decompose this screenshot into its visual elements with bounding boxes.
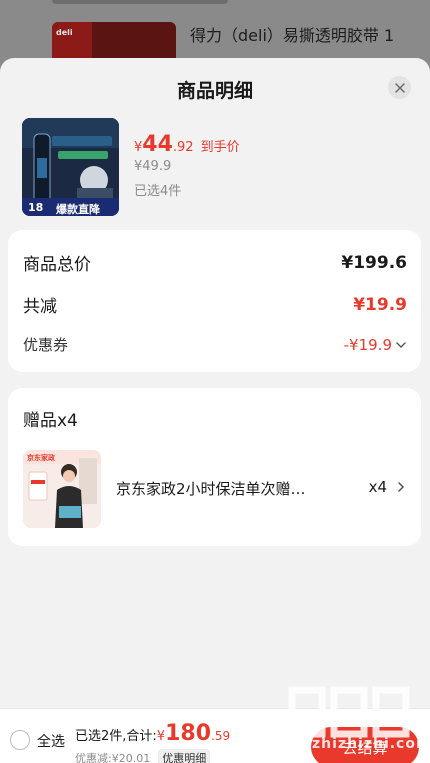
reduced-text: 优惠减:¥20.01 <box>75 752 151 763</box>
product-thumbnail[interactable]: 18 爆款直降 <box>22 118 119 216</box>
selected-count: 已选4件 <box>134 184 182 199</box>
gift-thumbnail[interactable]: 京东家政 <box>23 450 101 528</box>
background-top-bar <box>52 0 228 4</box>
coupon-label: 优惠券 <box>23 336 69 354</box>
thumb-badge: 18 <box>28 201 44 214</box>
price-integer: 44 <box>142 132 173 157</box>
price-decimal: .92 <box>172 140 194 155</box>
original-price: ¥49.9 <box>134 159 172 174</box>
total-price-label: 商品总价 <box>23 255 91 275</box>
gift-name[interactable]: 京东家政2小时保洁单次赠… <box>116 478 306 499</box>
select-all-radio[interactable] <box>10 730 30 750</box>
total-decimal: .59 <box>211 729 231 743</box>
gift-thumb-tag: 京东家政 <box>27 454 55 462</box>
reduction-value: ¥19.9 <box>353 294 407 315</box>
background-brand-tag: deli <box>56 28 73 37</box>
total-price-row: 商品总价 ¥199.6 <box>23 250 407 276</box>
gift-card: 赠品x4 京东家政 京东家政2小时保洁单次赠… x4 <box>8 388 421 546</box>
chevron-right-icon <box>398 482 405 492</box>
sheet-header: 商品明细 <box>0 58 430 116</box>
background-product-title: 得力（deli）易撕透明胶带 1 <box>190 26 395 45</box>
coupon-value-wrap[interactable]: -¥19.9 <box>344 336 407 354</box>
sheet-title: 商品明细 <box>176 80 253 102</box>
reduction-label: 共减 <box>23 297 57 317</box>
total-integer: 180 <box>165 721 212 746</box>
total-currency: ¥ <box>156 729 166 744</box>
close-button[interactable] <box>388 76 411 99</box>
final-price: ¥ 44 .92 到手价 <box>134 132 240 157</box>
chevron-down-icon <box>396 341 406 348</box>
coupon-row[interactable]: 优惠券 -¥19.9 <box>23 334 407 355</box>
price-tip: 到手价 <box>200 140 240 155</box>
product-detail-sheet: 商品明细 18 爆款直降 ¥ 44 .92 到手价 ¥49.9 已选4件 商品总… <box>0 58 430 763</box>
product-row: 18 爆款直降 ¥ 44 .92 到手价 ¥49.9 已选4件 <box>22 118 412 218</box>
close-icon <box>394 82 405 93</box>
price-currency: ¥ <box>134 140 143 155</box>
selected-total-label: 已选2件,合计: <box>75 729 157 744</box>
coupon-value: -¥19.9 <box>343 335 392 354</box>
gift-qty-value: x4 <box>368 478 387 496</box>
thumb-caption: 爆款直降 <box>56 203 100 216</box>
gift-quantity[interactable]: x4 <box>369 478 407 496</box>
discount-detail-button[interactable]: 优惠明细 <box>158 749 211 763</box>
total-price-value: ¥199.6 <box>341 252 407 273</box>
select-all-label[interactable]: 全选 <box>37 731 65 751</box>
price-summary-card: 商品总价 ¥199.6 共减 ¥19.9 优惠券 -¥19.9 <box>8 230 421 372</box>
watermark-site: zhizhizhi.com <box>312 736 430 752</box>
reduction-row: 共减 ¥19.9 <box>23 292 407 318</box>
reduce-line: 优惠减:¥20.01 优惠明细 <box>75 749 211 763</box>
total-line: 已选2件,合计: ¥ 180 .59 <box>75 721 230 746</box>
price-block: ¥ 44 .92 到手价 ¥49.9 已选4件 <box>134 132 240 199</box>
gift-title: 赠品x4 <box>23 411 78 431</box>
